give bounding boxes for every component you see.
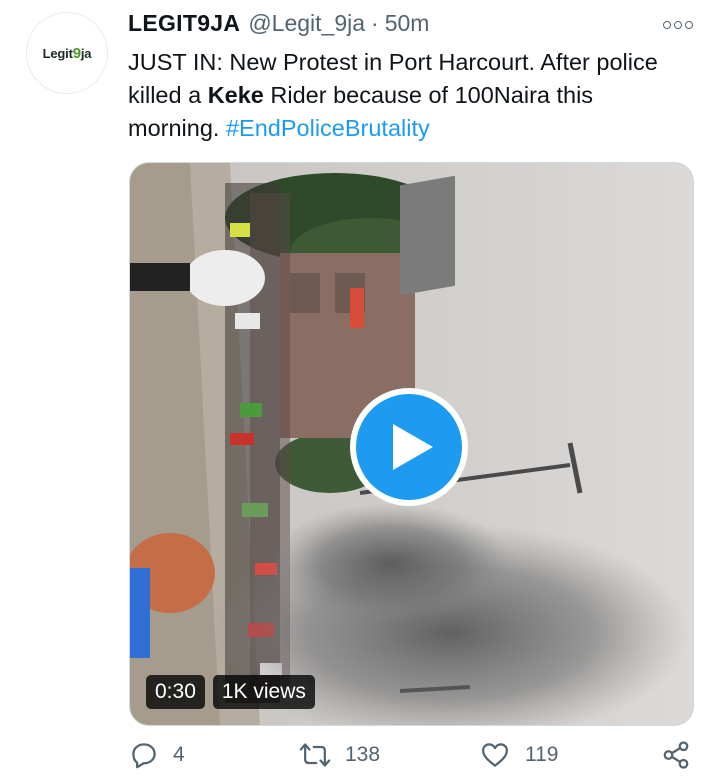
video-player[interactable]: 0:30 1K views (129, 162, 694, 726)
retweet-count: 138 (345, 743, 381, 766)
user-handle[interactable]: @Legit_9ja (248, 10, 365, 37)
share-button[interactable] (661, 740, 691, 770)
separator: · (371, 10, 379, 36)
tweet-text: JUST IN: New Protest in Port Harcourt. A… (128, 49, 658, 141)
like-icon (482, 743, 508, 767)
reply-icon (132, 743, 156, 769)
hashtag-link[interactable]: #EndPoliceBrutality (226, 115, 430, 141)
play-button[interactable] (350, 388, 468, 506)
like-button[interactable]: 119 (479, 740, 558, 770)
tweet-header: LEGIT9JA @Legit_9ja · 50m (128, 10, 429, 37)
like-count: 119 (525, 743, 559, 766)
reply-button[interactable]: 4 (129, 740, 185, 770)
video-meta: 0:30 1K views (146, 675, 315, 709)
avatar[interactable]: Legit9ja (26, 12, 108, 94)
tweet-actions: 4 138 119 (129, 740, 695, 776)
share-icon (663, 741, 689, 769)
avatar-logo: Legit9ja (42, 44, 92, 62)
video-duration: 0:30 (146, 675, 205, 709)
more-icon[interactable] (663, 18, 693, 32)
reply-count: 4 (173, 743, 185, 766)
retweet-icon (299, 743, 331, 767)
timestamp[interactable]: 50m (385, 10, 430, 37)
view-count: 1K views (212, 675, 315, 709)
retweet-button[interactable]: 138 (299, 740, 380, 770)
play-icon (393, 424, 433, 470)
bold-keyword: Keke (207, 82, 264, 108)
display-name[interactable]: LEGIT9JA (128, 10, 240, 37)
